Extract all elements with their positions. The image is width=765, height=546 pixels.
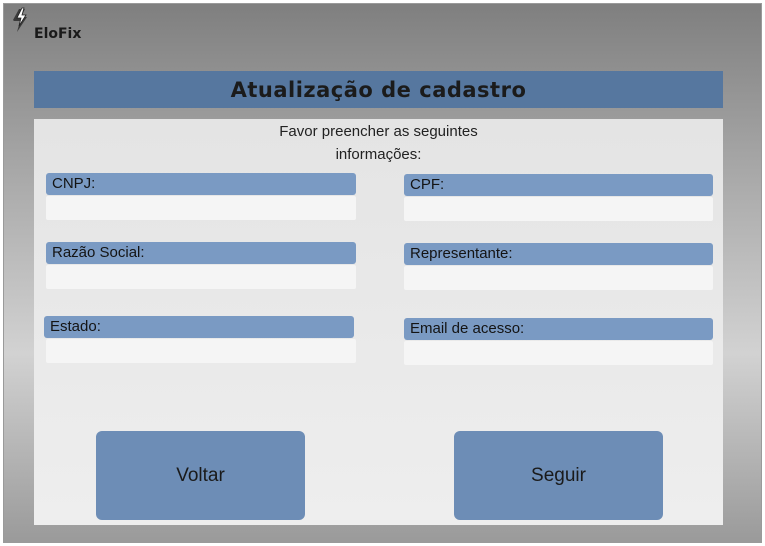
app-window: EloFix Atualização de cadastro Favor pre… [3,3,762,543]
next-button[interactable]: Seguir [454,431,663,520]
form-intro: Favor preencher as seguintes informações… [34,119,723,166]
page-header: Atualização de cadastro [34,71,723,108]
lightning-bolt-icon [13,7,27,32]
email-field[interactable] [404,341,713,365]
form-panel: Favor preencher as seguintes informações… [34,119,723,525]
cnpj-label: CNPJ: [46,173,356,195]
logo-text: EloFix [34,26,82,42]
estado-label: Estado: [44,316,354,338]
page-title: Atualização de cadastro [230,77,527,102]
estado-field[interactable] [46,339,356,363]
representante-label: Representante: [404,243,713,265]
email-label: Email de acesso: [404,318,713,340]
logo: EloFix [8,6,88,46]
form-intro-line2: informações: [335,146,422,163]
razao-social-label: Razão Social: [46,242,356,264]
cpf-field[interactable] [404,197,713,221]
cnpj-field[interactable] [46,196,356,220]
razao-social-field[interactable] [46,265,356,289]
representante-field[interactable] [404,266,713,290]
back-button[interactable]: Voltar [96,431,305,520]
form-intro-line1: Favor preencher as seguintes [279,123,478,140]
cpf-label: CPF: [404,174,713,196]
